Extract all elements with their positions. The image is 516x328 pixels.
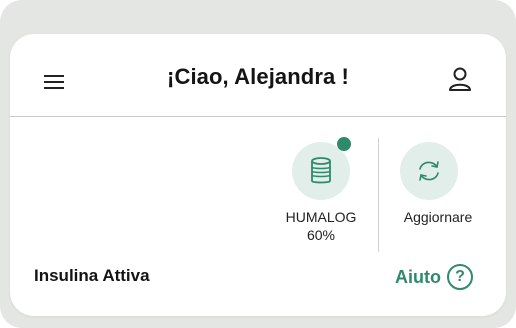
insulin-active-title: Insulina Attiva (34, 266, 150, 285)
user-profile-icon (449, 67, 471, 91)
refresh-label[interactable]: Aggiornare (385, 208, 491, 226)
header-bar: ¡Ciao, Alejandra ! (10, 34, 506, 117)
help-link[interactable]: Aiuto ? (395, 262, 473, 292)
humalog-info: HUMALOG 60% (271, 208, 371, 244)
device-status-dot (337, 137, 351, 151)
profile-button[interactable] (442, 63, 478, 97)
device-name: HUMALOG (285, 209, 357, 225)
help-question-icon: ? (446, 264, 473, 290)
vertical-divider (378, 138, 379, 252)
refresh-arrows-icon (419, 161, 439, 181)
app-frame: ¡Ciao, Alejandra ! HUMALOG 60% Aggiornar… (0, 0, 516, 328)
refresh-button[interactable] (400, 142, 458, 200)
main-card: ¡Ciao, Alejandra ! HUMALOG 60% Aggiornar… (10, 34, 506, 316)
page-title: ¡Ciao, Alejandra ! (167, 64, 349, 89)
device-level: 60% (306, 227, 336, 243)
insulin-cartridge-icon (311, 157, 331, 184)
help-label: Aiuto (395, 266, 441, 287)
